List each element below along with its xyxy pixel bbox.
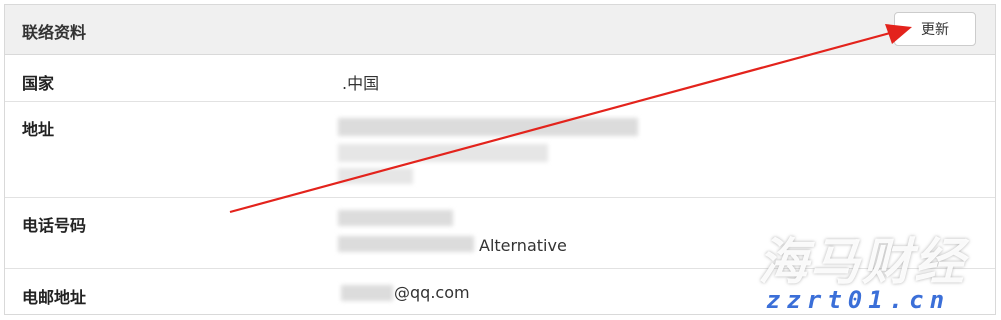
update-button[interactable]: 更新 [894, 12, 976, 46]
country-label: 国家 [22, 74, 55, 93]
email-domain: @qq.com [394, 283, 470, 302]
watermark-url: zzrt01.cn [766, 286, 951, 314]
address-redacted-line-1 [338, 118, 638, 136]
address-redacted-line-2 [338, 144, 548, 162]
watermark-text: 海马财经 [758, 233, 966, 291]
row-address: 地址 [5, 102, 995, 198]
email-redacted-user [341, 285, 393, 301]
address-label: 地址 [22, 120, 55, 139]
panel-header: 联络资料 更新 [5, 5, 995, 55]
row-country: 国家 .中国 [5, 55, 995, 102]
email-label: 电邮地址 [22, 288, 87, 307]
phone-redacted-alternative [338, 236, 474, 252]
phone-label: 电话号码 [22, 216, 87, 235]
phone-redacted-primary [338, 210, 453, 226]
country-value: .中国 [342, 74, 380, 93]
phone-alternative-label: Alternative [479, 236, 567, 255]
watermark: 海马财经 zzrt01.cn [758, 222, 998, 318]
address-redacted-line-3 [338, 168, 413, 184]
panel-title: 联络资料 [22, 23, 87, 42]
